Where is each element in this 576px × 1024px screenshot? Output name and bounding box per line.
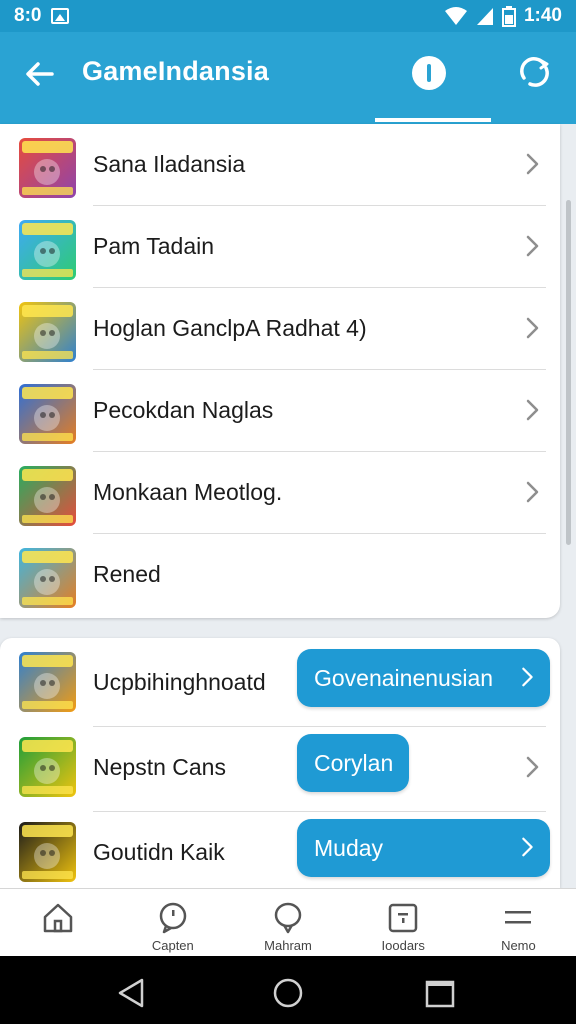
nav-nemo[interactable]: Nemo: [461, 889, 576, 956]
game-list-item[interactable]: Pecokdan Naglas: [0, 370, 560, 452]
game-app-icon: [19, 548, 76, 608]
back-arrow-icon[interactable]: [22, 56, 58, 92]
battery-icon: [501, 6, 516, 27]
game-action-button[interactable]: Corylan: [297, 734, 409, 792]
menu-icon: [505, 911, 532, 924]
game-action-button[interactable]: Muday: [297, 819, 550, 877]
game-action-item[interactable]: Nepstn Cans Corylan: [0, 727, 560, 812]
scrollbar[interactable]: [566, 200, 571, 545]
game-app-icon: [19, 822, 76, 882]
game-title: Pam Tadain: [93, 233, 215, 259]
game-app-icon: [19, 652, 76, 712]
nav-capten[interactable]: Capten: [115, 889, 230, 956]
game-title: Monkaan Meotlog.: [93, 479, 283, 505]
nav-mahram[interactable]: Mahram: [230, 889, 345, 956]
game-app-icon: [19, 384, 76, 444]
nav-ioodars[interactable]: Ioodars: [346, 889, 461, 956]
game-title: Nepstn Cans: [93, 754, 226, 780]
signal-icon: [476, 8, 493, 25]
info-icon[interactable]: [412, 56, 446, 90]
chevron-right-icon: [526, 317, 539, 339]
game-app-icon: [19, 737, 76, 797]
chevron-right-icon: [526, 399, 539, 421]
nav-ioodars-label: Ioodars: [381, 938, 425, 953]
chevron-right-icon: [526, 235, 539, 257]
system-navigation-bar: [0, 956, 576, 1024]
app-title: GameIndansia: [82, 56, 269, 86]
status-bar: 8:0 1:40: [0, 0, 576, 32]
game-app-icon: [19, 220, 76, 280]
chevron-right-icon: [526, 756, 539, 778]
folder-icon: [388, 903, 418, 933]
nav-nemo-label: Nemo: [501, 938, 536, 953]
system-home-icon[interactable]: [270, 975, 306, 1011]
game-list-item[interactable]: Sana Iladansia: [0, 124, 560, 206]
game-app-icon: [19, 466, 76, 526]
nav-capten-label: Capten: [151, 938, 194, 953]
game-action-button-label: Corylan: [314, 749, 394, 776]
games-action-card: Ucpbihinghnoatd Govenainenusian Nepstn Can…: [0, 638, 560, 888]
game-list-item[interactable]: Pam Tadain: [0, 206, 560, 288]
home-icon: [43, 903, 72, 933]
refresh-icon[interactable]: [516, 54, 554, 92]
system-back-icon[interactable]: [114, 976, 148, 1010]
game-title: Goutidn Kaik: [93, 839, 225, 865]
tab-indicator: [375, 118, 491, 122]
game-title: Pecokdan Naglas: [93, 397, 274, 423]
game-app-icon: [19, 138, 76, 198]
app-bar: GameIndansia: [0, 32, 576, 124]
game-list-item[interactable]: Monkaan Meotlog.: [0, 452, 560, 534]
image-notification-icon: [51, 8, 70, 24]
game-title: Rened: [93, 561, 161, 587]
game-action-button-label: Muday: [314, 834, 384, 861]
game-action-item[interactable]: Ucpbihinghnoatd Govenainenusian: [0, 642, 560, 727]
game-title: Sana Iladansia: [93, 151, 246, 177]
bottom-navigation: Capten Mahram Ioodars Nemo: [0, 888, 576, 956]
chevron-right-icon: [522, 837, 533, 857]
chevron-right-icon: [526, 153, 539, 175]
game-app-icon: [19, 302, 76, 362]
chevron-right-icon: [522, 667, 533, 687]
message-icon: [274, 902, 302, 934]
game-action-button[interactable]: Govenainenusian: [297, 649, 550, 707]
nav-mahram-label: Mahram: [264, 938, 312, 953]
game-list-item[interactable]: Rened: [0, 534, 560, 616]
game-list-item[interactable]: Hoglan GanclpA Radhat 4): [0, 288, 560, 370]
game-title: Ucpbihinghnoatd: [93, 669, 266, 695]
nav-home[interactable]: [0, 889, 115, 956]
status-time: 1:40: [523, 5, 562, 26]
game-title: Hoglan GanclpA Radhat 4): [93, 315, 367, 341]
status-left-text: 8:0: [14, 5, 42, 26]
chat-bubble-icon: [159, 902, 187, 934]
chevron-right-icon: [526, 481, 539, 503]
games-list-card: Sana Iladansia Pam Tadain Hoglan GanclpA R…: [0, 124, 560, 618]
game-action-button-label: Govenainenusian: [314, 664, 494, 691]
wifi-icon: [444, 7, 467, 25]
system-recents-icon[interactable]: [424, 978, 456, 1010]
game-action-item[interactable]: Goutidn Kaik Muday: [0, 812, 560, 897]
